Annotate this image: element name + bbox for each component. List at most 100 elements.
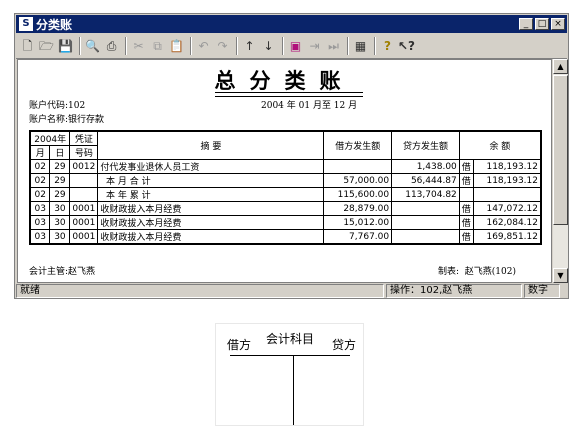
cell-direction [458, 187, 474, 202]
cut-icon[interactable]: ✂ [130, 38, 147, 55]
period: 2004 年 01 月至 12 月 [261, 101, 358, 111]
scroll-thumb[interactable] [553, 75, 568, 225]
t-debit-label: 借方 [227, 338, 252, 352]
header-credit: 贷方发生额 [391, 130, 460, 160]
cell-debit [323, 159, 393, 174]
cell-summary: 付代发事业退休人员工资 [97, 159, 325, 174]
arrow-down-icon[interactable]: ↓ [260, 38, 277, 55]
cell-month: 03 [29, 229, 51, 245]
toolbar-separator [190, 37, 192, 55]
account-name: 账户名称:银行存款 [29, 112, 104, 125]
cell-credit: 1,438.00 [391, 159, 460, 174]
paste-icon[interactable]: 📋 [168, 38, 185, 55]
redo-icon[interactable]: ↷ [214, 38, 231, 55]
next-record-icon[interactable]: ⇥ [306, 38, 323, 55]
t-horizontal-line [230, 355, 350, 356]
cell-voucher-no: 0001 [69, 215, 99, 230]
header-day: 日 [49, 145, 71, 160]
cell-voucher-no [69, 187, 99, 202]
t-account-diagram: 借方 会计科目 贷方 [215, 323, 364, 426]
context-help-icon[interactable]: ↖? [398, 38, 415, 55]
cell-debit: 28,879.00 [323, 201, 393, 216]
account-name-label: 账户名称: [29, 115, 69, 125]
minimize-button[interactable]: _ [519, 18, 533, 30]
print-preview-icon[interactable]: 🔍 [84, 38, 101, 55]
cell-credit [391, 229, 460, 245]
maximize-button[interactable]: □ [535, 18, 549, 30]
maker: 制表: 赵飞燕(102) [438, 264, 516, 277]
cell-summary: 收财政拔入本月经费 [97, 215, 325, 230]
cell-direction: 借 [458, 215, 474, 230]
cell-month: 02 [29, 187, 51, 202]
save-icon[interactable]: 💾 [57, 38, 74, 55]
close-button[interactable]: × [551, 18, 565, 30]
window-title: 分类账 [36, 17, 73, 32]
cell-debit: 15,012.00 [323, 215, 393, 230]
cell-credit [391, 201, 460, 216]
cell-credit: 56,444.87 [391, 173, 460, 188]
cell-voucher-no: 0012 [69, 159, 99, 174]
status-ready: 就绪 [16, 284, 384, 298]
table-row[interactable]: 03 30 0001 收财政拔入本月经费 28,879.00 借 147,072… [29, 201, 542, 216]
cell-direction: 借 [458, 173, 474, 188]
cell-month: 03 [29, 215, 51, 230]
cell-month: 03 [29, 201, 51, 216]
cell-balance: 118,193.12 [472, 173, 542, 188]
cell-month: 02 [29, 159, 51, 174]
cell-day: 30 [49, 229, 71, 245]
status-mode: 数字 [524, 284, 560, 298]
t-subject-label: 会计科目 [266, 332, 315, 346]
cell-credit [391, 215, 460, 230]
cell-day: 29 [49, 159, 71, 174]
account-code-value: 102 [68, 101, 86, 111]
ledger-window: S 分类账 _ □ × 🗋 🗁 💾 🔍 ⎙ ✂ ⧉ 📋 ↶ ↷ ↑ ↓ ▣ ⇥ … [14, 13, 569, 299]
cell-direction: 借 [458, 159, 474, 174]
table-row[interactable]: 03 30 0001 收财政拔入本月经费 15,012.00 借 162,084… [29, 215, 542, 230]
scroll-up-icon[interactable]: ▲ [553, 59, 568, 74]
cell-voucher-no: 0001 [69, 201, 99, 216]
open-folder-icon[interactable]: 🗁 [38, 38, 55, 55]
header-voucher: 凭证 [69, 130, 99, 146]
cell-voucher-no [69, 173, 99, 188]
copy-icon[interactable]: ⧉ [149, 38, 166, 55]
status-operator: 操作：102,赵飞燕 [386, 284, 522, 298]
print-icon[interactable]: ⎙ [103, 38, 120, 55]
last-record-icon[interactable]: ⏭ [325, 38, 342, 55]
title-underline [215, 92, 363, 97]
help-icon[interactable]: ? [379, 38, 396, 55]
table-row[interactable]: 02 29 本 月 合 计 57,000.00 56,444.87 借 118,… [29, 173, 542, 188]
header-month: 月 [29, 145, 51, 160]
cell-credit: 113,704.82 [391, 187, 460, 202]
toolbar-separator [374, 37, 376, 55]
scroll-down-icon[interactable]: ▼ [553, 268, 568, 283]
table-row[interactable]: 02 29 本 年 累 计 115,600.00 113,704.82 [29, 187, 542, 202]
cell-summary: 收财政拔入本月经费 [97, 201, 325, 216]
toolbar-separator [236, 37, 238, 55]
account-code-label: 账户代码: [29, 101, 69, 111]
title-bar[interactable]: S 分类账 _ □ × [16, 15, 567, 33]
document-area[interactable]: 总分类账 账户代码:102 2004 年 01 月至 12 月 账户名称:银行存… [17, 59, 552, 283]
arrow-up-icon[interactable]: ↑ [241, 38, 258, 55]
cell-debit: 7,767.00 [323, 229, 393, 245]
supervisor-label: 会计主管: [29, 267, 69, 277]
undo-icon[interactable]: ↶ [195, 38, 212, 55]
toolbar-separator [79, 37, 81, 55]
header-year: 2004年 [29, 130, 71, 146]
cell-debit: 115,600.00 [323, 187, 393, 202]
header-summary: 摘 要 [97, 130, 325, 160]
new-file-icon[interactable]: 🗋 [19, 38, 36, 55]
cell-day: 30 [49, 201, 71, 216]
vertical-scrollbar[interactable]: ▲ ▼ [553, 59, 568, 283]
cell-summary: 本 年 累 计 [97, 187, 325, 202]
supervisor-value: 赵飞燕 [68, 267, 96, 277]
cell-balance: 162,084.12 [472, 215, 542, 230]
table-row[interactable]: 03 30 0001 收财政拔入本月经费 7,767.00 借 169,851.… [29, 229, 542, 245]
toolbar-separator [125, 37, 127, 55]
cell-balance: 147,072.12 [472, 201, 542, 216]
table-row[interactable]: 02 29 0012 付代发事业退休人员工资 1,438.00 借 118,19… [29, 159, 542, 174]
calculator-icon[interactable]: ▦ [352, 38, 369, 55]
document-title: 总分类账 [214, 68, 355, 93]
account-name-value: 银行存款 [68, 115, 105, 125]
record-icon[interactable]: ▣ [287, 38, 304, 55]
t-credit-label: 贷方 [332, 338, 357, 352]
